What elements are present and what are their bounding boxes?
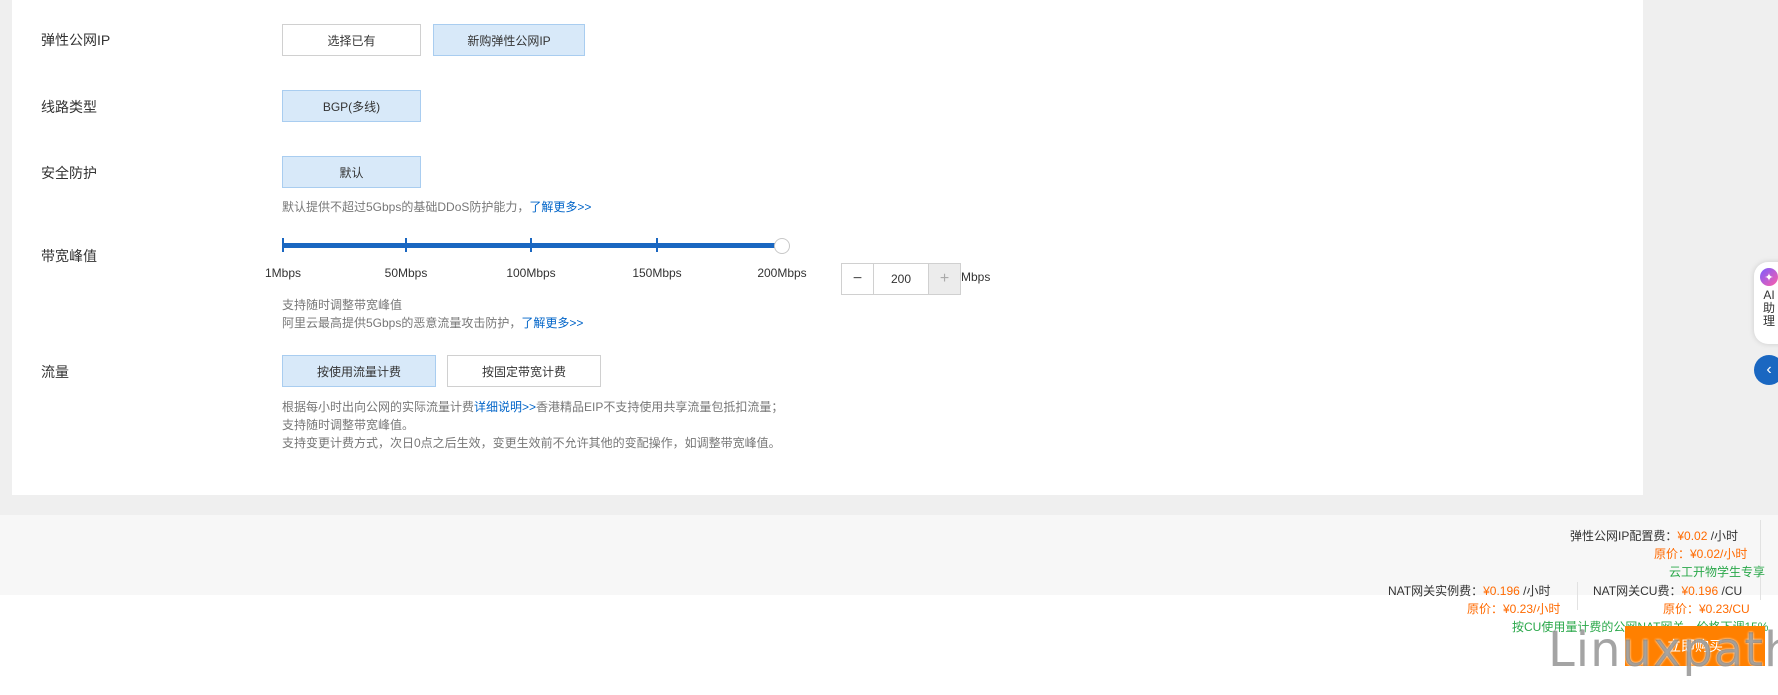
eip-option-new[interactable]: 新购弹性公网IP <box>433 24 585 56</box>
bandwidth-stepper: − 200 + <box>841 263 961 295</box>
nat-instance-fee: NAT网关实例费：¥0.196 /小时 <box>1388 584 1551 598</box>
security-default[interactable]: 默认 <box>282 156 421 188</box>
eip-option-existing[interactable]: 选择已有 <box>282 24 421 56</box>
bandwidth-learn-more-link[interactable]: 了解更多>> <box>521 316 583 330</box>
decrement-button[interactable]: − <box>842 264 874 294</box>
slider-tick <box>656 238 658 252</box>
nat-instance-fee-original: 原价：¥0.23/小时 <box>1467 602 1561 616</box>
divider <box>1577 582 1578 610</box>
nat-cu-fee-original: 原价：¥0.23/CU <box>1663 602 1750 616</box>
slider-label-200: 200Mbps <box>757 266 807 280</box>
ai-sparkle-icon: ✦ <box>1760 268 1778 286</box>
traffic-detail-link[interactable]: 详细说明>> <box>474 400 536 414</box>
eip-fee: 弹性公网IP配置费：¥0.02 /小时 <box>1570 529 1739 543</box>
config-area <box>0 0 1778 515</box>
line-type-label: 线路类型 <box>41 99 97 115</box>
ai-assistant-label: AI助理 <box>1762 288 1775 328</box>
bandwidth-hint-protect: 阿里云最高提供5Gbps的恶意流量攻击防护，了解更多>> <box>282 316 584 330</box>
promo-student: 云工开物学生专享 <box>1669 565 1766 579</box>
increment-button[interactable]: + <box>928 264 960 294</box>
ai-assistant-tab[interactable]: ✦ AI助理 <box>1754 262 1778 344</box>
bandwidth-hint-adjust: 支持随时调整带宽峰值 <box>282 298 403 312</box>
eip-fee-original: 原价：¥0.02/小时 <box>1654 547 1748 561</box>
bandwidth-unit: Mbps <box>961 270 991 284</box>
config-panel <box>12 0 1643 495</box>
slider-tick <box>530 238 532 252</box>
traffic-option-by-usage[interactable]: 按使用流量计费 <box>282 355 436 387</box>
slider-tick <box>282 238 284 252</box>
slider-label-1: 1Mbps <box>264 266 302 280</box>
bandwidth-input[interactable]: 200 <box>874 264 928 294</box>
security-learn-more-link[interactable]: 了解更多>> <box>529 200 591 214</box>
traffic-hint: 根据每小时出向公网的实际流量计费详细说明>>香港精品EIP不支持使用共享流量包抵… <box>282 398 783 452</box>
traffic-hint-adjust: 支持随时调整带宽峰值。 <box>282 418 415 432</box>
bandwidth-hint: 支持随时调整带宽峰值 阿里云最高提供5Gbps的恶意流量攻击防护，了解更多>> <box>282 296 583 332</box>
slider-tick <box>405 238 407 252</box>
eip-label: 弹性公网IP <box>41 32 111 48</box>
chevron-left-icon[interactable]: ‹ <box>1754 355 1778 385</box>
bandwidth-slider-handle[interactable] <box>774 238 790 254</box>
watermark: Linuxpath <box>1548 622 1778 678</box>
security-hint: 默认提供不超过5Gbps的基础DDoS防护能力，了解更多>> <box>282 200 592 214</box>
traffic-hint-change: 支持变更计费方式，次日0点之后生效，变更生效前不允许其他的变配操作，如调整带宽峰… <box>282 436 781 450</box>
slider-label-100: 100Mbps <box>506 266 556 280</box>
traffic-option-fixed[interactable]: 按固定带宽计费 <box>447 355 601 387</box>
line-type-bgp[interactable]: BGP(多线) <box>282 90 421 122</box>
slider-label-150: 150Mbps <box>632 266 682 280</box>
traffic-hint-billing: 根据每小时出向公网的实际流量计费详细说明>>香港精品EIP不支持使用共享流量包抵… <box>282 400 784 414</box>
security-label: 安全防护 <box>41 165 97 181</box>
bandwidth-label: 带宽峰值 <box>41 248 97 264</box>
divider <box>1760 520 1761 600</box>
slider-label-50: 50Mbps <box>384 266 428 280</box>
nat-cu-fee: NAT网关CU费：¥0.196 /CU <box>1593 584 1743 598</box>
traffic-label: 流量 <box>41 364 69 380</box>
